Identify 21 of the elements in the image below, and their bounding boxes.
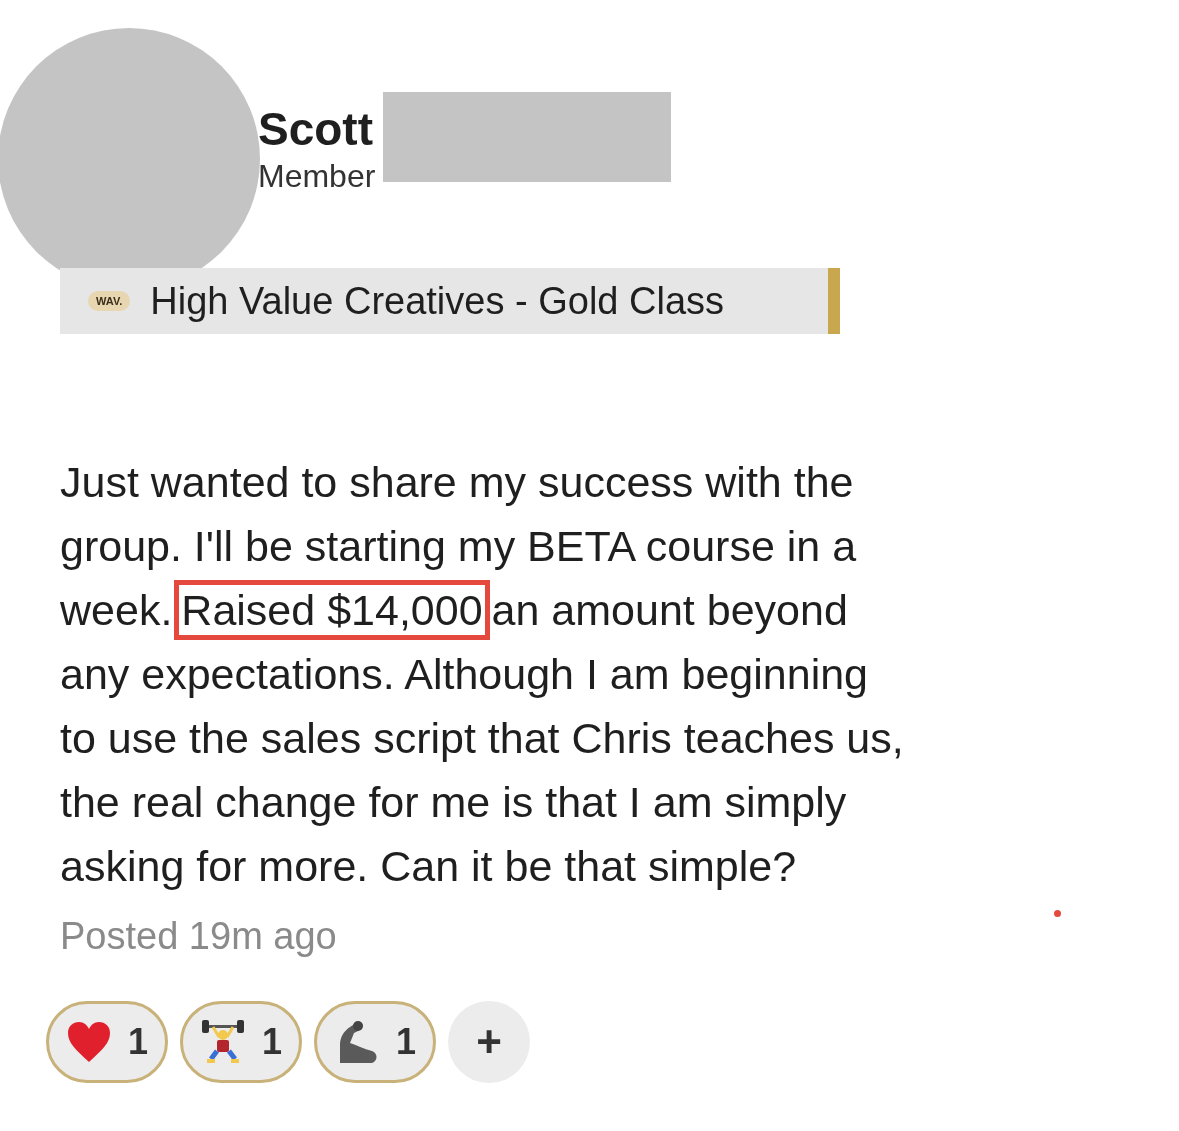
weightlifter-icon bbox=[200, 1019, 246, 1065]
reaction-button[interactable]: 1 bbox=[46, 1001, 168, 1083]
heart-icon bbox=[66, 1020, 112, 1064]
post-timestamp: Posted 19m ago bbox=[60, 914, 337, 959]
post-text: to use the sales script that Chris teaches us, bbox=[60, 713, 904, 764]
badge-label: High Value Creatives - Gold Class bbox=[150, 278, 725, 324]
post-text: asking for more. Can it be that simple? bbox=[60, 841, 797, 892]
post-text: group. I'll be starting my BETA course in a bbox=[60, 521, 857, 572]
highlighted-amount: Raised $14,000 bbox=[174, 580, 490, 640]
author-name: Scott bbox=[258, 102, 374, 157]
badge-logo: WAV. bbox=[88, 290, 131, 312]
group-badge[interactable]: WAV. High Value Creatives - Gold Class bbox=[60, 268, 840, 334]
reaction-button[interactable]: 1 bbox=[314, 1001, 436, 1083]
add-reaction-button[interactable]: + bbox=[448, 1001, 530, 1083]
reaction-button[interactable]: 1 bbox=[180, 1001, 302, 1083]
author-role: Member bbox=[258, 157, 376, 196]
post-text: Just wanted to share my success with the bbox=[60, 457, 854, 508]
post-text: an amount beyond bbox=[491, 585, 848, 636]
post-text: the real change for me is that I am simply bbox=[60, 777, 847, 828]
post-text: week. bbox=[60, 585, 173, 636]
post-text: any expectations. Although I am beginning bbox=[60, 649, 868, 700]
